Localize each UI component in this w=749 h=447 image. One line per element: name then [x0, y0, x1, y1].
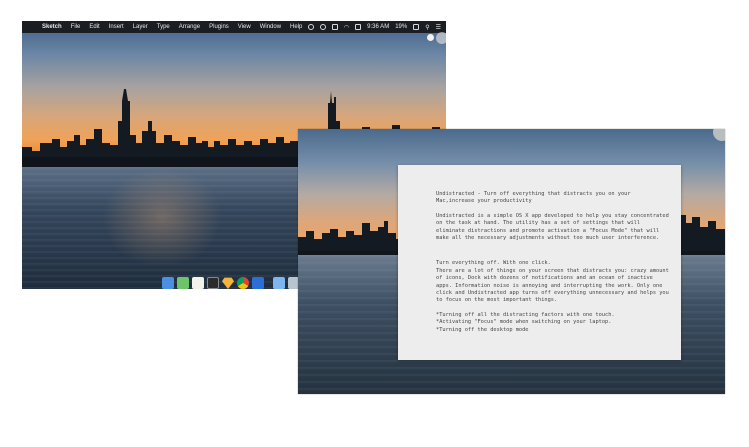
status-area: ◠ 9:36 AM 19% ⚲ ☰ [302, 21, 441, 33]
menu-help[interactable]: Help [290, 24, 302, 30]
volume-icon[interactable] [355, 24, 362, 30]
article-feature-list: *Turning off all the distracting factors… [436, 311, 615, 333]
menu-layer[interactable]: Layer [133, 24, 148, 30]
menu-view[interactable]: View [238, 24, 251, 30]
notes-app-icon[interactable] [192, 277, 204, 289]
article-title: Undistracted - Turn off everything that … [436, 191, 631, 205]
downloads-folder-icon[interactable] [273, 277, 285, 289]
desktop-dot [427, 34, 434, 41]
menu-edit[interactable]: Edit [89, 24, 99, 30]
terminal-icon[interactable] [207, 277, 219, 289]
menu-window[interactable]: Window [260, 24, 281, 30]
menu-arrange[interactable]: Arrange [179, 24, 200, 30]
wifi-icon[interactable]: ◠ [344, 24, 349, 31]
desktop-screenshot-front: Undistracted - Turn off everything that … [298, 129, 725, 394]
menu-bar: Sketch File Edit Insert Layer Type Arran… [22, 21, 446, 33]
water-reflection [102, 167, 222, 267]
menu-file[interactable]: File [71, 24, 81, 30]
display-icon[interactable] [331, 24, 338, 30]
menu-insert[interactable]: Insert [109, 24, 124, 30]
battery-percent[interactable]: 19% [395, 24, 407, 30]
article-paragraph: Turn everything off. With one click. The… [436, 260, 669, 304]
menu-type[interactable]: Type [157, 24, 170, 30]
dock [162, 271, 303, 289]
menu-plugins[interactable]: Plugins [209, 24, 229, 30]
notification-center-icon[interactable]: ☰ [436, 24, 441, 31]
sync-icon[interactable] [319, 24, 326, 30]
chrome-icon[interactable] [237, 277, 249, 289]
finder-icon[interactable] [162, 277, 174, 289]
spotlight-search-icon[interactable]: ⚲ [425, 24, 429, 31]
word-icon[interactable] [252, 277, 264, 289]
sketch-icon[interactable] [222, 277, 234, 289]
clock[interactable]: 9:36 AM [367, 24, 389, 30]
desktop-dot-large [436, 32, 446, 44]
app-menu-sketch[interactable]: Sketch [42, 24, 62, 30]
text-document-panel: Undistracted - Turn off everything that … [398, 165, 681, 360]
battery-icon[interactable] [413, 24, 420, 30]
time-machine-icon[interactable] [307, 24, 314, 30]
article-paragraph: Undistracted is a simple OS X app develo… [436, 212, 669, 242]
checklist-app-icon[interactable] [177, 277, 189, 289]
